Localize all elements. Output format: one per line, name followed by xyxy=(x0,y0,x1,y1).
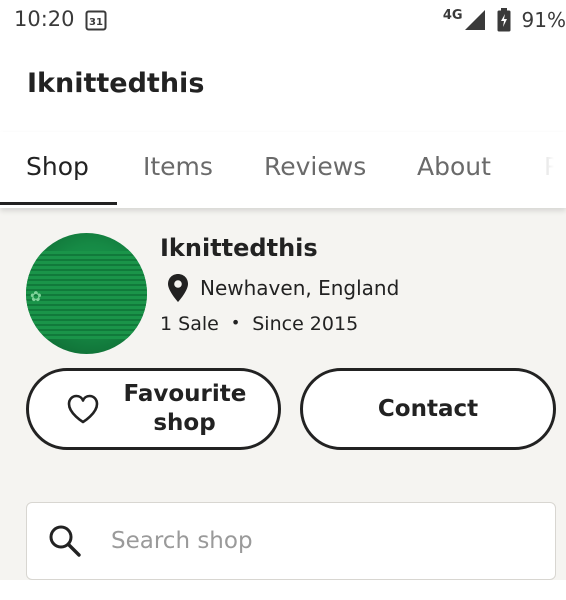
app-header: Iknittedthis xyxy=(0,40,566,132)
contact-button[interactable]: Contact xyxy=(300,368,556,450)
page-title: Iknittedthis xyxy=(27,68,205,99)
meta-separator: • xyxy=(230,313,241,332)
battery-percentage: 91% xyxy=(521,8,566,32)
since-year: Since 2015 xyxy=(252,313,359,335)
network-type: 4G xyxy=(442,7,463,23)
search-icon xyxy=(49,525,81,557)
tab-overflow-fade xyxy=(506,132,566,208)
flower-button-icon: ✿ xyxy=(30,289,42,305)
status-time: 10:20 xyxy=(14,7,75,31)
calendar-icon: 31 xyxy=(85,10,107,31)
heart-icon xyxy=(67,394,98,424)
tab-shop[interactable]: Shop xyxy=(26,152,89,181)
sales-count: 1 Sale xyxy=(160,313,219,335)
shop-meta: 1 Sale • Since 2015 xyxy=(160,313,358,335)
tab-items[interactable]: Items xyxy=(143,152,213,181)
tab-bar: Shop Items Reviews About Po xyxy=(0,132,566,208)
location-pin-icon xyxy=(168,274,188,302)
shop-location: Newhaven, England xyxy=(166,272,399,304)
contact-label: Contact xyxy=(377,396,479,422)
shop-info-section: ✿ Iknittedthis Newhaven, England 1 Sale •… xyxy=(0,208,566,580)
avatar-knit-texture xyxy=(26,251,147,339)
favourite-shop-button[interactable]: Favourite shop xyxy=(26,368,281,450)
status-bar: 10:20 31 4G 91% xyxy=(0,0,566,40)
tab-reviews[interactable]: Reviews xyxy=(264,152,366,181)
signal-icon xyxy=(464,10,485,30)
battery-icon xyxy=(497,8,511,32)
status-indicators: 4G 91% xyxy=(443,6,566,34)
favourite-shop-label: Favourite shop xyxy=(123,381,247,436)
shop-name: Iknittedthis xyxy=(160,234,318,262)
tab-about[interactable]: About xyxy=(417,152,491,181)
search-shop-box[interactable] xyxy=(26,502,556,580)
location-text: Newhaven, England xyxy=(200,276,400,300)
shop-avatar[interactable]: ✿ xyxy=(26,233,147,354)
search-input[interactable] xyxy=(111,528,491,554)
active-tab-indicator xyxy=(0,202,117,205)
bottom-strip xyxy=(0,580,566,600)
calendar-date: 31 xyxy=(89,17,103,28)
